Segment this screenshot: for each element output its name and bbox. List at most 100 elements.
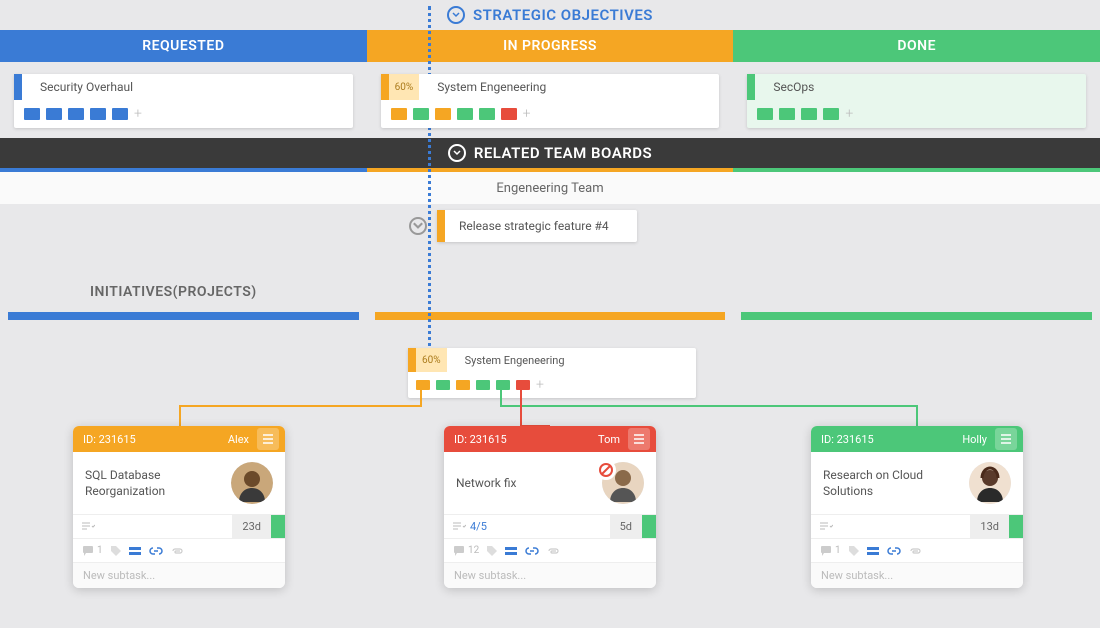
chip[interactable] bbox=[479, 108, 495, 120]
attachment-icon[interactable] bbox=[909, 547, 921, 555]
add-icon[interactable]: + bbox=[536, 377, 544, 393]
tag-icon[interactable] bbox=[487, 546, 497, 556]
task-days: 23d bbox=[232, 515, 271, 538]
checklist-icon bbox=[452, 522, 466, 532]
menu-icon bbox=[999, 432, 1013, 446]
feature-row: Release strategic feature #4 bbox=[0, 204, 1100, 248]
objective-card-done[interactable]: SecOps + bbox=[747, 74, 1086, 128]
initiatives-area: 60% System Engeneering + ID: 231615 Alex bbox=[0, 320, 1100, 580]
add-icon[interactable]: + bbox=[523, 106, 531, 122]
section-strategic-objectives[interactable]: STRATEGIC OBJECTIVES bbox=[0, 0, 1100, 30]
menu-button[interactable] bbox=[628, 428, 650, 450]
column-done: DONE bbox=[733, 30, 1100, 62]
task-assignee: Alex bbox=[228, 433, 249, 446]
task-header: ID: 231615 Alex bbox=[73, 426, 285, 452]
chip[interactable] bbox=[391, 108, 407, 120]
chip[interactable] bbox=[68, 108, 84, 120]
new-subtask-input[interactable]: New subtask... bbox=[444, 562, 656, 588]
initiative-bars bbox=[0, 312, 1100, 320]
blocked-icon bbox=[596, 460, 616, 480]
chip[interactable] bbox=[823, 108, 839, 120]
objective-title: System Engeneering bbox=[419, 80, 546, 94]
task-header: ID: 231615 Holly bbox=[811, 426, 1023, 452]
attachment-icon[interactable] bbox=[547, 547, 559, 555]
task-meta: 23d bbox=[73, 514, 285, 538]
add-icon[interactable]: + bbox=[134, 106, 142, 122]
comment-icon[interactable]: 1 bbox=[821, 545, 841, 556]
objective-title: Security Overhaul bbox=[22, 80, 133, 94]
chip[interactable] bbox=[90, 108, 106, 120]
link-icon[interactable] bbox=[887, 547, 901, 555]
subtask-icon[interactable] bbox=[505, 547, 517, 555]
section-related-team-boards[interactable]: RELATED TEAM BOARDS bbox=[0, 138, 1100, 168]
chip[interactable] bbox=[112, 108, 128, 120]
task-card[interactable]: ID: 231615 Holly Research on Cloud Solut… bbox=[811, 426, 1023, 588]
chevron-down-icon bbox=[409, 217, 427, 235]
column-in-progress: IN PROGRESS bbox=[367, 30, 734, 62]
chip-row: + bbox=[408, 372, 696, 398]
tag-icon[interactable] bbox=[849, 546, 859, 556]
progress-pct: 60% bbox=[389, 74, 420, 100]
new-subtask-input[interactable]: New subtask... bbox=[811, 562, 1023, 588]
task-icons: 12 bbox=[444, 538, 656, 562]
team-name-row: Engeneering Team bbox=[0, 172, 1100, 204]
add-icon[interactable]: + bbox=[845, 106, 853, 122]
task-card[interactable]: ID: 231615 Tom Network fix 4/5 5d bbox=[444, 426, 656, 588]
menu-button[interactable] bbox=[995, 428, 1017, 450]
section-title: STRATEGIC OBJECTIVES bbox=[473, 6, 653, 24]
objective-card-requested[interactable]: Security Overhaul + bbox=[14, 74, 353, 128]
objectives-swimlane: Security Overhaul + 60% System Engeneeri… bbox=[0, 62, 1100, 138]
link-icon[interactable] bbox=[525, 547, 539, 555]
attachment-icon[interactable] bbox=[171, 547, 183, 555]
objective-card-inprogress[interactable]: 60% System Engeneering + bbox=[381, 74, 720, 128]
chip[interactable] bbox=[416, 380, 430, 390]
subtask-icon[interactable] bbox=[867, 547, 879, 555]
chip[interactable] bbox=[435, 108, 451, 120]
feature-title: Release strategic feature #4 bbox=[445, 219, 609, 233]
checklist-icon bbox=[81, 522, 95, 532]
initiative-card[interactable]: 60% System Engeneering + bbox=[408, 348, 696, 398]
chip[interactable] bbox=[457, 108, 473, 120]
new-subtask-input[interactable]: New subtask... bbox=[73, 562, 285, 588]
subtask-icon[interactable] bbox=[129, 547, 141, 555]
progress-pct: 60% bbox=[416, 348, 447, 372]
chip[interactable] bbox=[496, 380, 510, 390]
chip[interactable] bbox=[46, 108, 62, 120]
task-days: 13d bbox=[970, 515, 1009, 538]
comment-icon[interactable]: 1 bbox=[83, 545, 103, 556]
chevron-down-icon bbox=[448, 144, 466, 162]
avatar bbox=[231, 462, 273, 504]
chip[interactable] bbox=[436, 380, 450, 390]
chip[interactable] bbox=[779, 108, 795, 120]
section-initiatives: INITIATIVES(PROJECTS) bbox=[0, 272, 1100, 312]
chip[interactable] bbox=[501, 108, 517, 120]
chip[interactable] bbox=[24, 108, 40, 120]
tag-icon[interactable] bbox=[111, 546, 121, 556]
chevron-down-icon bbox=[447, 6, 465, 24]
task-meta: 13d bbox=[811, 514, 1023, 538]
chip[interactable] bbox=[757, 108, 773, 120]
task-card[interactable]: ID: 231615 Alex SQL Database Reorganizat… bbox=[73, 426, 285, 588]
chip[interactable] bbox=[476, 380, 490, 390]
column-strip bbox=[0, 168, 1100, 172]
objective-title: SecOps bbox=[755, 80, 814, 94]
chip-row: + bbox=[747, 100, 1086, 128]
comment-icon[interactable]: 12 bbox=[454, 545, 479, 556]
status-bar bbox=[271, 515, 285, 538]
chip[interactable] bbox=[456, 380, 470, 390]
status-bar bbox=[642, 515, 656, 538]
stripe bbox=[14, 74, 22, 100]
stripe bbox=[381, 74, 389, 100]
chip[interactable] bbox=[801, 108, 817, 120]
team-name: Engeneering Team bbox=[496, 181, 603, 196]
checklist-icon bbox=[819, 522, 833, 532]
feature-card[interactable]: Release strategic feature #4 bbox=[435, 210, 637, 242]
menu-button[interactable] bbox=[257, 428, 279, 450]
stripe bbox=[747, 74, 755, 100]
chip[interactable] bbox=[413, 108, 429, 120]
task-title: SQL Database Reorganization bbox=[85, 467, 215, 499]
link-icon[interactable] bbox=[149, 547, 163, 555]
chip[interactable] bbox=[516, 380, 530, 390]
menu-icon bbox=[261, 432, 275, 446]
task-icons: 1 bbox=[811, 538, 1023, 562]
